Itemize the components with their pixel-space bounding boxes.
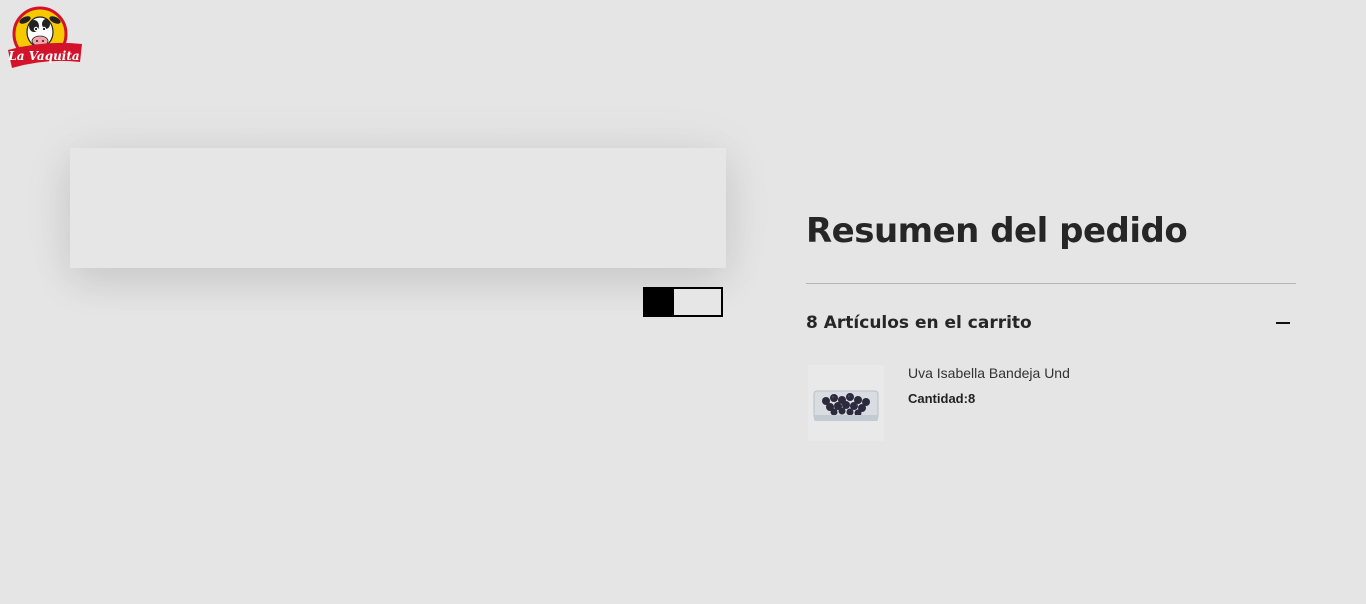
product-image <box>808 365 884 441</box>
progress-fill <box>645 289 674 315</box>
minus-icon[interactable] <box>1276 322 1290 324</box>
product-name: Uva Isabella Bandeja Und <box>908 365 1070 381</box>
cart-item: Uva Isabella Bandeja Und Cantidad:8 <box>806 361 1296 443</box>
svg-text:La Vaquita: La Vaquita <box>7 49 79 63</box>
la-vaquita-logo[interactable]: La Vaquita <box>6 6 84 72</box>
summary-divider <box>806 283 1296 284</box>
cart-count-label: 8 Artículos en el carrito <box>806 313 1032 333</box>
loading-progress-bar <box>643 287 723 317</box>
grapes-tray-icon <box>813 390 879 421</box>
logo-image: La Vaquita <box>7 6 82 68</box>
product-quantity: Cantidad:8 <box>908 391 976 406</box>
checkout-page: La Vaquita Resumen del pedido 8 Artículo… <box>0 0 1366 604</box>
summary-title: Resumen del pedido <box>806 211 1188 251</box>
cart-items-toggle[interactable]: 8 Artículos en el carrito <box>806 309 1296 337</box>
checkout-form-placeholder <box>70 148 726 268</box>
order-summary: Resumen del pedido 8 Artículos en el car… <box>806 205 1296 441</box>
